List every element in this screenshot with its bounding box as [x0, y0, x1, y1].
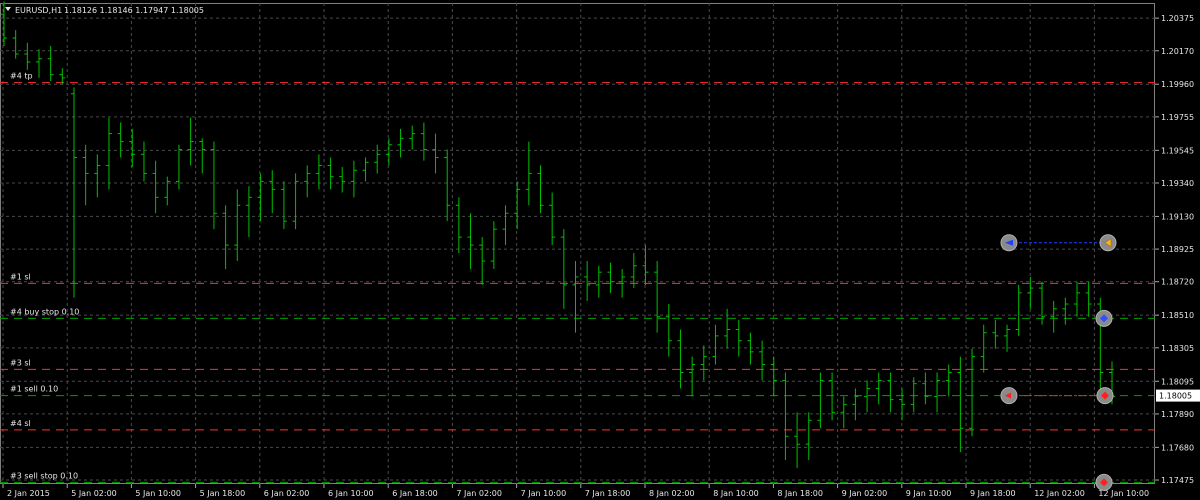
time-tick-label: 8 Jan 10:00: [713, 489, 759, 498]
symbol-label: EURUSD,H1: [15, 6, 62, 15]
price-tick-label: 1.19340: [1161, 179, 1194, 188]
time-tick-label: 7 Jan 10:00: [521, 489, 567, 498]
current-price-label: 1.18005: [1159, 392, 1192, 401]
order-line-label: #1 sell 0.10: [10, 385, 58, 394]
ohlc-values: 1.18126 1.18146 1.17947 1.18005: [64, 6, 204, 15]
price-tick-label: 1.20170: [1161, 47, 1194, 56]
price-tick-label: 1.18095: [1161, 377, 1194, 386]
plot-border: [0, 3, 1155, 484]
triangle-down-icon[interactable]: [5, 7, 11, 11]
time-tick-label: 5 Jan 18:00: [200, 489, 246, 498]
time-tick-label: 7 Jan 18:00: [585, 489, 631, 498]
price-tick-label: 1.19960: [1161, 80, 1194, 89]
time-tick-label: 9 Jan 18:00: [970, 489, 1016, 498]
price-tick-label: 1.19755: [1161, 113, 1194, 122]
time-tick-label: 6 Jan 10:00: [328, 489, 374, 498]
price-chart[interactable]: 1.20375 1.20170 1.19960 1.19755 1.19545 1.193…: [0, 0, 1200, 500]
time-tick-label: 12 Jan 02:00: [1034, 489, 1085, 498]
time-tick-label: 8 Jan 18:00: [777, 489, 823, 498]
chart-canvas[interactable]: 1.203751.201701.199601.197551.195451.193…: [0, 0, 1200, 500]
price-tick-label: 1.17475: [1161, 476, 1194, 485]
time-tick-label: 7 Jan 02:00: [456, 489, 502, 498]
time-tick-label: 9 Jan 10:00: [906, 489, 952, 498]
order-line-label: #4 tp: [10, 72, 33, 81]
price-tick-label: 1.18925: [1161, 245, 1194, 254]
time-tick-label: 6 Jan 02:00: [264, 489, 310, 498]
price-tick-label: 1.18510: [1161, 311, 1194, 320]
price-tick-label: 1.17680: [1161, 443, 1194, 452]
time-tick-label: 5 Jan 02:00: [71, 489, 117, 498]
price-tick-label: 1.18720: [1161, 278, 1194, 287]
order-line-label: #1 sl: [10, 272, 31, 281]
time-tick-label: 9 Jan 02:00: [842, 489, 888, 498]
price-tick-label: 1.17890: [1161, 410, 1194, 419]
price-tick-label: 1.18305: [1161, 344, 1194, 353]
order-line-label: #4 buy stop 0.10: [10, 307, 79, 316]
chart-header: EURUSD,H1 1.18126 1.18146 1.17947 1.1800…: [5, 6, 204, 15]
time-tick-label: 8 Jan 02:00: [649, 489, 695, 498]
time-tick-label: 5 Jan 10:00: [135, 489, 181, 498]
price-tick-label: 1.19545: [1161, 146, 1194, 155]
price-tick-label: 1.19130: [1161, 212, 1194, 221]
order-line-label: #3 sell stop 0.10: [10, 471, 78, 480]
order-line-label: #3 sl: [10, 358, 31, 367]
time-tick-label: 2 Jan 2015: [7, 489, 50, 498]
time-tick-label: 6 Jan 18:00: [392, 489, 438, 498]
order-line-label: #4 sl: [10, 419, 31, 428]
